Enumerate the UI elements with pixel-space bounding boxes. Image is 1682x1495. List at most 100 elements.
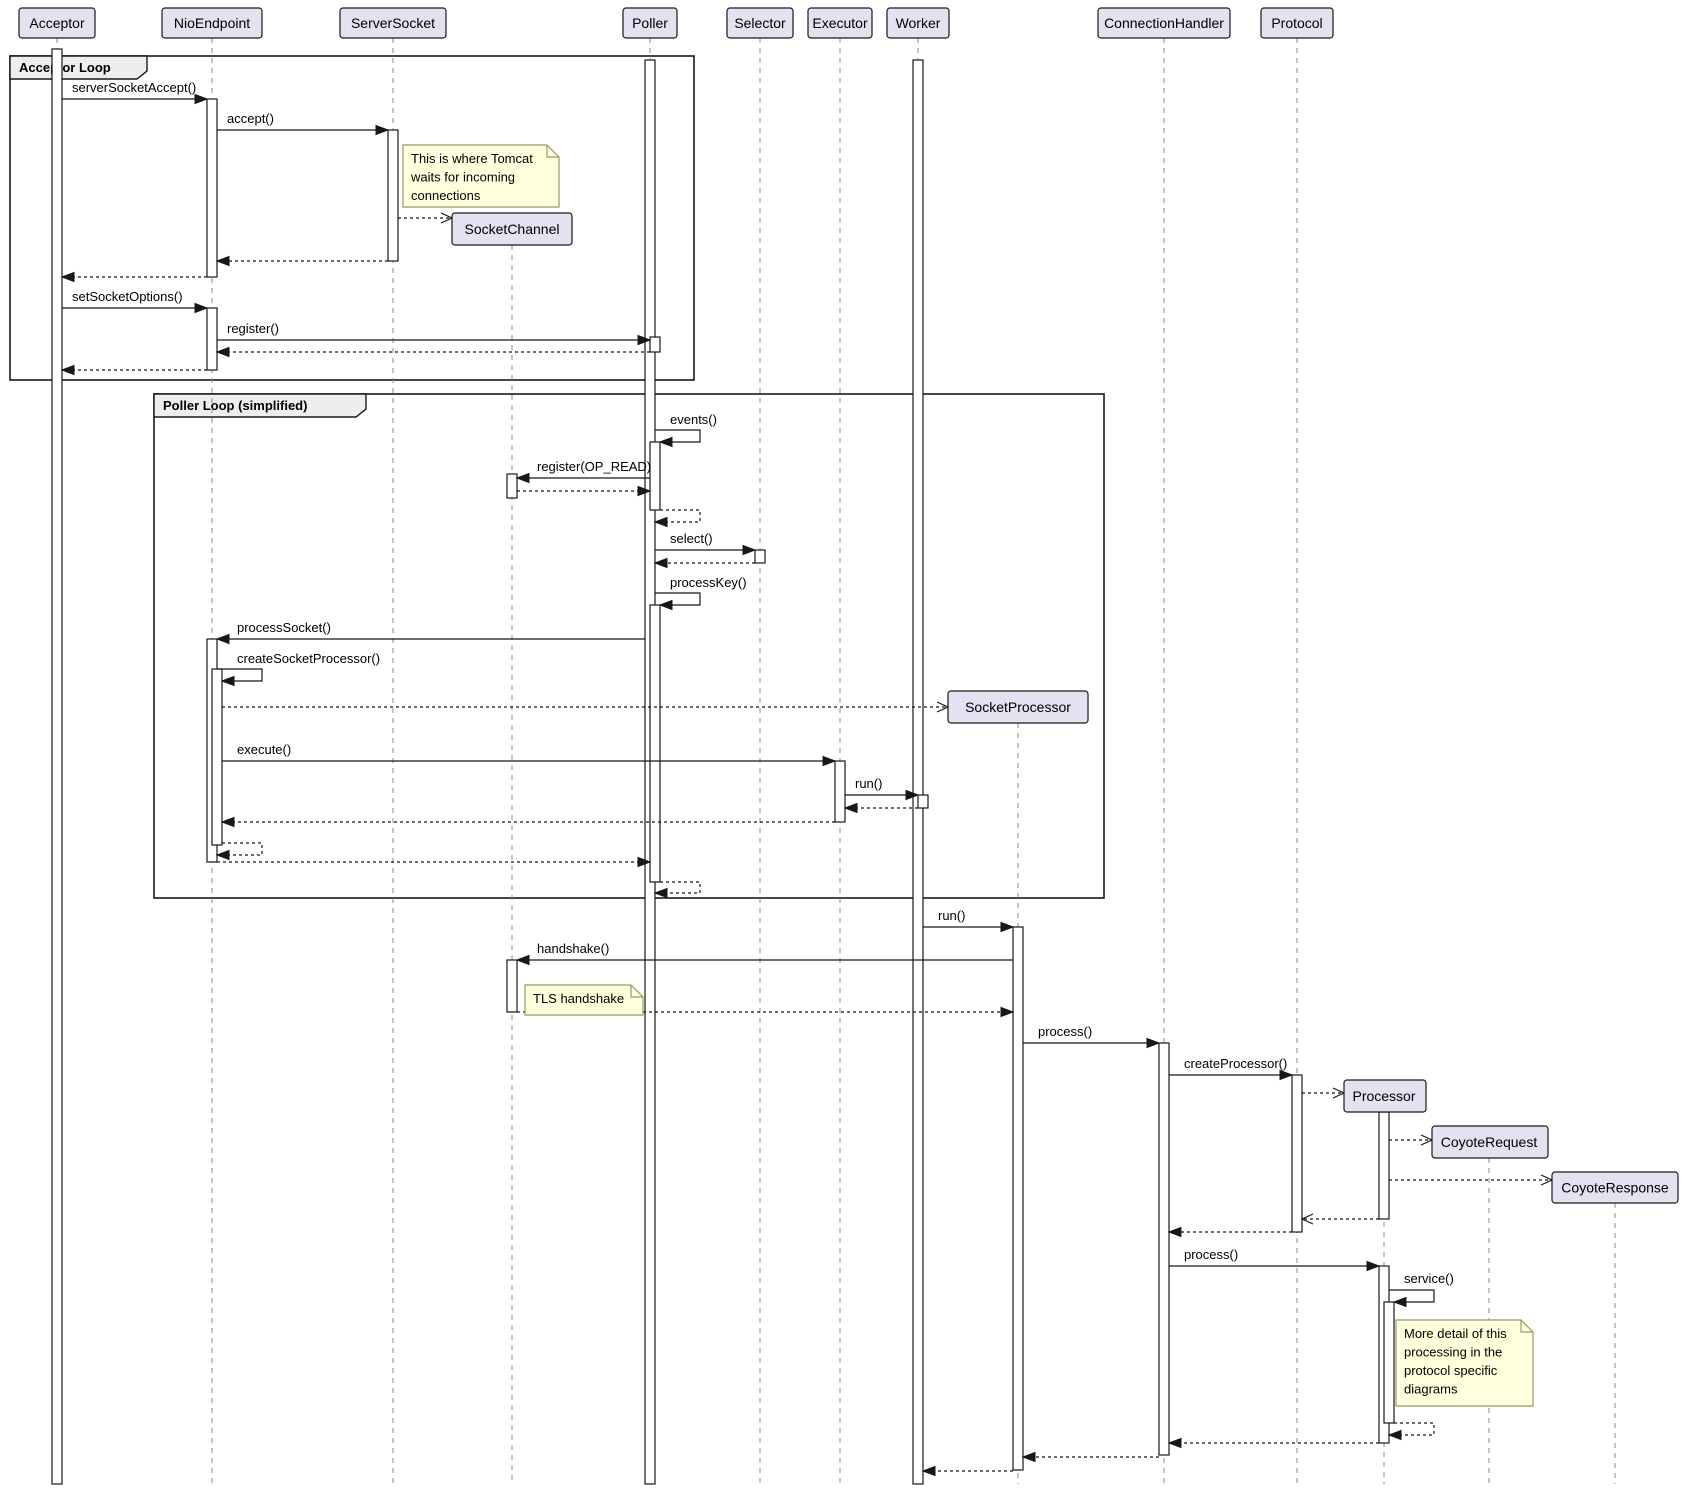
- note-text: connections: [411, 188, 481, 203]
- arrowhead: [517, 956, 529, 965]
- arrowhead: [222, 818, 234, 827]
- message-label-accept: accept(): [227, 111, 274, 126]
- sequence-diagram: Acceptor Loop Poller Loop (simplified) ser…: [0, 0, 1682, 1495]
- arrowhead: [660, 438, 672, 447]
- message-label-select: select(): [670, 531, 713, 546]
- arrowhead: [1280, 1071, 1292, 1080]
- self-message-line-service: [1389, 1290, 1434, 1302]
- activation-bar: [650, 605, 660, 882]
- arrowhead: [222, 677, 234, 686]
- activation-bar: [1013, 927, 1023, 1470]
- message-label-register: register(): [227, 321, 279, 336]
- arrowhead: [376, 126, 388, 135]
- participant-label-Executor: Executor: [812, 15, 868, 31]
- arrowhead: [217, 851, 229, 860]
- activation-bar: [1292, 1075, 1302, 1232]
- arrowhead: [655, 518, 667, 527]
- participant-label-SocketChannel: SocketChannel: [465, 221, 560, 237]
- arrowhead: [1169, 1228, 1181, 1237]
- activation-bar: [755, 550, 765, 563]
- message-label-run: run(): [855, 776, 882, 791]
- message-label-createProcessor: createProcessor(): [1184, 1056, 1287, 1071]
- message-label-process: process(): [1038, 1024, 1092, 1039]
- activation-bar: [207, 99, 217, 277]
- activation-bar: [207, 308, 217, 370]
- message-label-serverSocketAccept: serverSocketAccept(): [72, 80, 196, 95]
- message-label-run: run(): [938, 908, 965, 923]
- participant-label-CoyoteRequest: CoyoteRequest: [1441, 1134, 1538, 1150]
- activation-bar: [1159, 1043, 1169, 1455]
- note-text: processing in the: [1404, 1345, 1502, 1360]
- note-text: TLS handshake: [533, 991, 624, 1006]
- message-label-processKey: processKey(): [670, 575, 747, 590]
- arrowhead: [1023, 1453, 1035, 1462]
- arrowhead: [1147, 1039, 1159, 1048]
- note-text: diagrams: [1404, 1382, 1458, 1397]
- activation-bar: [1384, 1302, 1394, 1423]
- participant-label-Protocol: Protocol: [1271, 15, 1322, 31]
- frame-label: Acceptor Loop: [19, 60, 111, 75]
- arrowhead: [217, 635, 229, 644]
- participant-label-Acceptor: Acceptor: [29, 15, 85, 31]
- activation-bar: [918, 795, 928, 808]
- participant-label-ConnectionHandler: ConnectionHandler: [1104, 15, 1224, 31]
- arrowhead: [923, 1467, 935, 1476]
- participant-label-ServerSocket: ServerSocket: [351, 15, 435, 31]
- arrowhead: [655, 559, 667, 568]
- arrowhead: [1367, 1262, 1379, 1271]
- self-message-line-processKey: [655, 593, 700, 605]
- frame: [10, 56, 694, 380]
- message-label-execute: execute(): [237, 742, 291, 757]
- arrowhead: [743, 546, 755, 555]
- message-label-register-op-read: register(OP_READ): [537, 459, 651, 474]
- arrowhead: [195, 304, 207, 313]
- participant-label-Poller: Poller: [632, 15, 668, 31]
- note-text: This is where Tomcat: [411, 151, 533, 166]
- arrowhead: [1394, 1298, 1406, 1307]
- arrowhead: [1001, 923, 1013, 932]
- activation-bar: [52, 49, 62, 1484]
- note-text: waits for incoming: [410, 170, 515, 185]
- arrowhead: [195, 95, 207, 104]
- message-label-events: events(): [670, 412, 717, 427]
- activation-bar: [1379, 1112, 1389, 1219]
- frame-label: Poller Loop (simplified): [163, 398, 307, 413]
- activation-bar: [507, 960, 517, 1012]
- arrowhead: [217, 257, 229, 266]
- activation-bar: [913, 60, 923, 1484]
- participant-label-Processor: Processor: [1352, 1088, 1415, 1104]
- activation-bar: [388, 130, 398, 261]
- arrowhead: [655, 889, 667, 898]
- arrowhead: [845, 804, 857, 813]
- note-text: More detail of this: [1404, 1326, 1507, 1341]
- activation-bar: [835, 761, 845, 822]
- sequence-diagram-canvas: Acceptor Loop Poller Loop (simplified) ser…: [0, 0, 1682, 1495]
- activation-bar: [507, 474, 517, 498]
- participant-label-SocketProcessor: SocketProcessor: [965, 699, 1071, 715]
- activation-bar: [212, 669, 222, 845]
- participant-label-CoyoteResponse: CoyoteResponse: [1561, 1180, 1669, 1196]
- activation-bar: [650, 442, 660, 510]
- arrowhead: [517, 474, 529, 483]
- self-message-line-createSocketProcessor: [217, 669, 262, 681]
- participant-label-NioEndpoint: NioEndpoint: [174, 15, 250, 31]
- arrowhead: [1389, 1431, 1401, 1440]
- arrowhead: [62, 273, 74, 282]
- activation-bar: [650, 337, 660, 352]
- message-label-process: process(): [1184, 1247, 1238, 1262]
- participant-label-Worker: Worker: [896, 15, 941, 31]
- message-label-setSocketOptions: setSocketOptions(): [72, 289, 183, 304]
- message-label-handshake: handshake(): [537, 941, 609, 956]
- arrowhead: [1169, 1439, 1181, 1448]
- arrowhead: [62, 366, 74, 375]
- arrowhead: [823, 757, 835, 766]
- message-label-processSocket: processSocket(): [237, 620, 331, 635]
- self-message-line-events: [655, 430, 700, 442]
- arrowhead: [217, 348, 229, 357]
- message-label-service: service(): [1404, 1271, 1454, 1286]
- arrowhead: [1001, 1008, 1013, 1017]
- message-label-createSocketProcessor: createSocketProcessor(): [237, 651, 380, 666]
- note-text: protocol specific: [1404, 1363, 1498, 1378]
- participant-label-Selector: Selector: [734, 15, 786, 31]
- arrowhead: [660, 601, 672, 610]
